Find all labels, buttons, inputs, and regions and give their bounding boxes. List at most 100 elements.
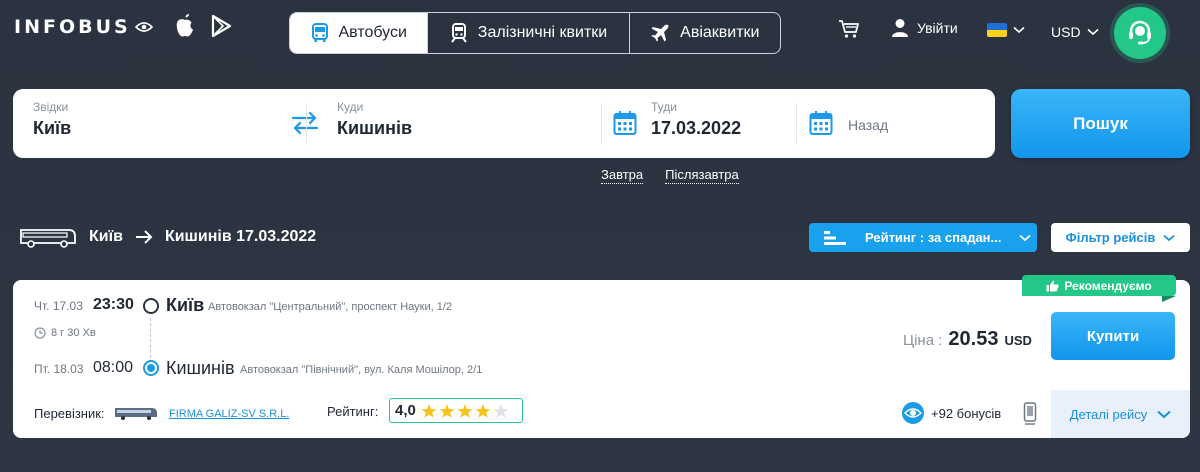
departure-point-icon [143, 298, 159, 314]
sort-icon [824, 230, 846, 245]
arrival-day: Пт. 18.03 [34, 362, 84, 376]
tab-rail-label: Залізничні квитки [477, 24, 608, 41]
field-divider [601, 103, 602, 145]
tab-air-tickets[interactable]: Авіаквитки [628, 13, 780, 53]
transport-tabs: Автобуси Залізничні квитки Авіаквитки [289, 12, 781, 54]
user-icon [892, 19, 908, 37]
tab-air-label: Авіаквитки [680, 24, 760, 41]
price-label: Ціна : [903, 332, 943, 349]
trip-duration: 8 г 30 Хв [34, 327, 96, 339]
trip-details-toggle[interactable]: Деталі рейсу [1051, 390, 1190, 438]
star-icon [421, 403, 437, 418]
calendar-icon[interactable] [613, 110, 637, 136]
field-divider [796, 103, 797, 145]
route-line [150, 318, 151, 358]
arrow-right-icon [135, 230, 153, 244]
carrier-bus-icon [115, 408, 157, 420]
support-button[interactable] [1114, 7, 1166, 59]
tab-buses-label: Автобуси [338, 24, 407, 41]
to-value: Кишинів [337, 118, 413, 138]
price-currency: USD [1004, 333, 1032, 348]
quick-date-tomorrow[interactable]: Завтра [601, 167, 644, 184]
search-button[interactable]: Пошук [1011, 89, 1190, 158]
field-divider [306, 103, 307, 145]
buy-button[interactable]: Купити [1051, 312, 1175, 360]
search-form: Звідки Київ Куди Кишинів Туди 17.03.2022… [13, 89, 995, 158]
cart-icon[interactable] [838, 19, 860, 39]
price-value: 20.53 [948, 328, 999, 350]
star-icon [493, 403, 509, 418]
quick-date-day-after[interactable]: Післязавтра [665, 167, 739, 184]
arrival-station: Автовокзал "Північний", вул. Каля Мошіло… [240, 364, 483, 376]
bus-icon [311, 23, 328, 42]
rating-stars [421, 403, 509, 419]
departure-time: 23:30 [93, 296, 134, 313]
coach-bus-icon [20, 229, 76, 248]
star-icon [457, 403, 473, 418]
apple-icon[interactable] [174, 12, 196, 38]
route-summary: Київ Кишинів 17.03.2022 [19, 226, 316, 248]
quick-dates: Завтра Післязавтра [601, 167, 739, 184]
route-to-date: Кишинів 17.03.2022 [164, 228, 317, 245]
login-label: Увійти [917, 20, 958, 36]
arrival-point-icon [143, 360, 159, 376]
logo-text: INFOBUS [14, 16, 131, 38]
to-label: Куди [337, 100, 364, 114]
arrival-city: Кишинів [166, 358, 235, 378]
filter-label: Фільтр рейсів [1065, 230, 1156, 245]
star-icon [439, 403, 455, 418]
chevron-down-icon [1013, 26, 1025, 34]
login-link[interactable]: Увійти [891, 18, 958, 38]
departure-city: Київ [166, 295, 205, 315]
headset-icon [1129, 20, 1151, 45]
tab-rail-tickets[interactable]: Залізничні квитки [427, 13, 628, 53]
departure-date-label: Туди [651, 100, 677, 114]
sort-label: Рейтинг : за спадан... [865, 230, 1002, 245]
logo-eye-icon [134, 22, 153, 32]
bonus-info: +92 бонусів [901, 401, 1001, 425]
price: Ціна : 20.53 USD [903, 328, 1032, 351]
arrival-time: 08:00 [93, 359, 134, 376]
rating-label: Рейтинг: [327, 404, 379, 419]
plane-icon [651, 24, 669, 42]
thumbs-up-icon [1046, 280, 1059, 291]
chevron-down-icon [1163, 234, 1175, 241]
swap-icon[interactable] [290, 109, 320, 137]
currency-selector[interactable]: USD [1051, 24, 1099, 40]
return-date-field[interactable]: Назад [848, 117, 888, 133]
details-label: Деталі рейсу [1069, 406, 1148, 422]
carrier-name-link[interactable]: FIRMA GALIZ-SV S.R.L. [169, 408, 289, 420]
chevron-down-icon [1019, 234, 1031, 241]
language-selector[interactable] [987, 23, 1025, 37]
bonus-label: +92 бонусів [931, 405, 1002, 421]
chevron-down-icon [1157, 410, 1171, 418]
train-icon [450, 23, 467, 43]
clock-icon [34, 327, 46, 339]
tab-buses[interactable]: Автобуси [290, 13, 428, 53]
star-icon [475, 403, 491, 418]
carrier-label: Перевізник: [34, 406, 105, 421]
google-play-icon[interactable] [210, 14, 232, 38]
bonus-eye-icon [902, 402, 924, 424]
chevron-down-icon [1087, 28, 1099, 36]
from-value: Київ [33, 118, 72, 138]
recommended-label: Рекомендуємо [1064, 278, 1152, 293]
currency-label: USD [1051, 24, 1081, 40]
e-ticket-icon [1023, 402, 1037, 425]
logo[interactable]: INFOBUS [14, 16, 153, 38]
duration-label: 8 г 30 Хв [51, 327, 96, 339]
from-label: Звідки [33, 100, 69, 114]
sort-dropdown[interactable]: Рейтинг : за спадан... [809, 223, 1037, 252]
ukraine-flag-icon [987, 23, 1007, 37]
rating-value: 4,0 [395, 402, 416, 419]
recommended-badge: Рекомендуємо [1022, 275, 1176, 296]
rating-box[interactable]: 4,0 [389, 398, 523, 423]
departure-day: Чт. 17.03 [34, 299, 83, 313]
calendar-icon[interactable] [809, 110, 833, 136]
route-from: Київ [89, 228, 123, 245]
trip-card: Чт. 17.03 23:30 Київ Автовокзал "Централ… [13, 280, 1190, 438]
departure-date-value: 17.03.2022 [651, 118, 742, 138]
filter-button[interactable]: Фільтр рейсів [1051, 223, 1190, 252]
departure-station: Автовокзал "Центральний", проспект Науки… [208, 301, 453, 313]
badge-fold [1162, 296, 1176, 302]
